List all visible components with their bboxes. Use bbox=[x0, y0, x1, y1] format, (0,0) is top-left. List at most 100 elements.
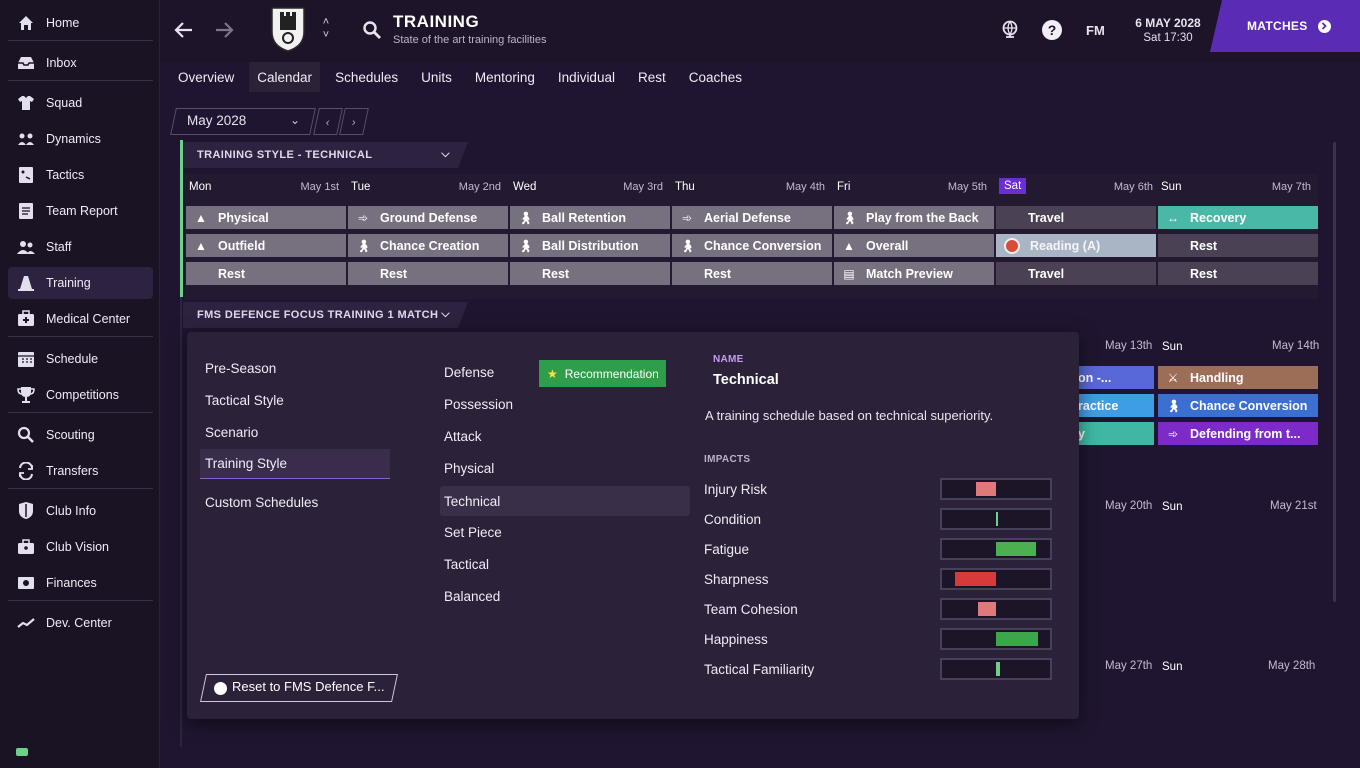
session-cell[interactable]: 🚶︎ Play from the Back bbox=[834, 206, 994, 229]
forward-arrow-icon[interactable] bbox=[210, 16, 238, 44]
tab-units[interactable]: Units bbox=[413, 62, 460, 92]
sidebar-item-competitions[interactable]: Competitions bbox=[8, 379, 153, 411]
schedule-attack[interactable]: Attack bbox=[440, 421, 690, 451]
session-cell[interactable]: ractice bbox=[1070, 394, 1154, 417]
help-icon[interactable]: ? bbox=[1041, 19, 1063, 41]
player-icon: 🚶︎ bbox=[1166, 398, 1182, 413]
session-cell[interactable]: ▲ Overall bbox=[834, 234, 994, 257]
session-cell[interactable]: on -... bbox=[1070, 366, 1154, 389]
fm-button[interactable]: FM bbox=[1086, 23, 1105, 38]
sidebar-item-transfers[interactable]: Transfers bbox=[8, 455, 153, 487]
session-cell[interactable]: ➾ Defending from t... bbox=[1158, 422, 1318, 445]
club-switch-control[interactable]: ˄ ˅ bbox=[318, 16, 334, 44]
session-cell[interactable]: 🚶︎ Ball Retention bbox=[510, 206, 670, 229]
session-cell[interactable]: Rest bbox=[1158, 262, 1318, 285]
session-cell[interactable]: ▲ Outfield bbox=[186, 234, 346, 257]
club-crest-icon[interactable] bbox=[270, 6, 306, 52]
sidebar-item-inbox[interactable]: Inbox bbox=[8, 47, 153, 79]
training-style-header[interactable]: TRAINING STYLE - TECHNICAL ⌵ bbox=[183, 142, 468, 168]
sidebar-item-label: Staff bbox=[46, 240, 72, 254]
sidebar-item-finances[interactable]: Finances bbox=[8, 567, 153, 599]
session-cell[interactable]: 🚶︎ Chance Conversion bbox=[672, 234, 832, 257]
sidebar-item-schedule[interactable]: Schedule bbox=[8, 343, 153, 375]
session-cell[interactable]: 🚶︎ Ball Distribution bbox=[510, 234, 670, 257]
sidebar-item-staff[interactable]: Staff bbox=[8, 231, 153, 263]
category-pre-season[interactable]: Pre-Season bbox=[200, 353, 390, 383]
category-tactical-style[interactable]: Tactical Style bbox=[200, 385, 390, 415]
sidebar-item-medical-center[interactable]: Medical Center bbox=[8, 303, 153, 335]
session-cell[interactable]: 🚶︎ Chance Conversion bbox=[1158, 394, 1318, 417]
sidebar-item-dev-center[interactable]: Dev. Center bbox=[8, 607, 153, 639]
session-cell[interactable]: y bbox=[1070, 422, 1154, 445]
session-cell[interactable]: ➾ Ground Defense bbox=[348, 206, 508, 229]
impact-bar bbox=[940, 568, 1052, 590]
tab-individual[interactable]: Individual bbox=[550, 62, 623, 92]
sidebar-item-label: Club Vision bbox=[46, 540, 110, 554]
sidebar-item-scouting[interactable]: Scouting bbox=[8, 419, 153, 451]
tab-calendar[interactable]: Calendar bbox=[249, 62, 321, 92]
tab-schedules[interactable]: Schedules bbox=[327, 62, 406, 92]
previous-month-button[interactable]: ‹ bbox=[313, 108, 343, 135]
session-cell[interactable]: Rest bbox=[672, 262, 832, 285]
tab-mentoring[interactable]: Mentoring bbox=[467, 62, 543, 92]
tab-coaches[interactable]: Coaches bbox=[681, 62, 750, 92]
schedule-technical[interactable]: Technical bbox=[440, 486, 690, 516]
session-cell[interactable]: Travel bbox=[996, 262, 1156, 285]
section-title: TRAINING STYLE - TECHNICAL bbox=[197, 149, 373, 161]
sidebar-item-team-report[interactable]: Team Report bbox=[8, 195, 153, 227]
game-date[interactable]: 6 MAY 2028 Sat 17:30 bbox=[1118, 0, 1218, 62]
schedule-physical[interactable]: Physical bbox=[440, 453, 690, 483]
sidebar-item-tactics[interactable]: Tactics bbox=[8, 159, 153, 191]
sidebar-item-squad[interactable]: Squad bbox=[8, 87, 153, 119]
sidebar-item-dynamics[interactable]: Dynamics bbox=[8, 123, 153, 155]
reset-icon bbox=[214, 682, 227, 695]
session-cell[interactable]: ⚔ Handling bbox=[1158, 366, 1318, 389]
schedule-balanced[interactable]: Balanced bbox=[440, 581, 690, 611]
back-arrow-icon[interactable] bbox=[170, 16, 198, 44]
globe-icon[interactable] bbox=[999, 19, 1021, 41]
tab-overview[interactable]: Overview bbox=[170, 62, 242, 92]
schedule-tactical[interactable]: Tactical bbox=[440, 549, 690, 579]
sidebar-item-club-vision[interactable]: Club Vision bbox=[8, 531, 153, 563]
matches-button[interactable]: MATCHES bbox=[1210, 0, 1360, 52]
session-cell[interactable]: Rest bbox=[186, 262, 346, 285]
schedule-possession[interactable]: Possession bbox=[440, 389, 690, 419]
schedule-header[interactable]: FMS DEFENCE FOCUS TRAINING 1 MATCH ⌵ bbox=[183, 302, 468, 328]
day-date: May 27th bbox=[1105, 660, 1153, 672]
scrollbar[interactable] bbox=[1333, 142, 1336, 602]
search-icon[interactable] bbox=[362, 20, 384, 42]
player-icon: 🚶︎ bbox=[842, 210, 858, 225]
sidebar-item-label: Tactics bbox=[46, 168, 85, 182]
sidebar-item-home[interactable]: Home bbox=[8, 7, 153, 39]
trophy-icon bbox=[16, 385, 36, 405]
next-month-button[interactable]: › bbox=[339, 108, 369, 135]
chevron-up-icon[interactable]: ˄ bbox=[318, 16, 334, 29]
session-cell[interactable]: ▲ Physical bbox=[186, 206, 346, 229]
session-cell[interactable]: Travel bbox=[996, 206, 1156, 229]
category-custom-schedules[interactable]: Custom Schedules bbox=[200, 487, 390, 517]
sidebar-item-club-info[interactable]: Club Info bbox=[8, 495, 153, 527]
status-indicator-icon[interactable] bbox=[16, 748, 28, 756]
session-cell[interactable]: Rest bbox=[348, 262, 508, 285]
opponent-badge-icon bbox=[1004, 237, 1020, 254]
category-training-style[interactable]: Training Style bbox=[200, 449, 390, 479]
category-scenario[interactable]: Scenario bbox=[200, 417, 390, 447]
slide-tackle-icon: ➾ bbox=[1167, 426, 1179, 441]
tab-rest[interactable]: Rest bbox=[630, 62, 674, 92]
session-cell[interactable]: Rest bbox=[510, 262, 670, 285]
schedule-set-piece[interactable]: Set Piece bbox=[440, 517, 690, 547]
session-cell[interactable]: ▤ Match Preview bbox=[834, 262, 994, 285]
chevron-down-icon[interactable]: ˅ bbox=[318, 29, 334, 42]
player-icon: 🚶︎ bbox=[680, 238, 696, 253]
session-cell[interactable]: 🚶︎ Chance Creation bbox=[348, 234, 508, 257]
session-cell[interactable]: Reading (A) bbox=[996, 234, 1156, 257]
sidebar-item-label: Scouting bbox=[46, 428, 95, 442]
divider bbox=[8, 488, 153, 489]
session-cell[interactable]: Rest bbox=[1158, 234, 1318, 257]
sidebar-item-training[interactable]: Training bbox=[8, 267, 153, 299]
slide-tackle-icon: ➾ bbox=[357, 210, 369, 225]
session-cell[interactable]: ➾ Aerial Defense bbox=[672, 206, 832, 229]
name-label: NAME bbox=[713, 354, 744, 365]
session-cell[interactable]: ↔ Recovery bbox=[1158, 206, 1318, 229]
section-title: FMS DEFENCE FOCUS TRAINING 1 MATCH bbox=[197, 309, 439, 321]
